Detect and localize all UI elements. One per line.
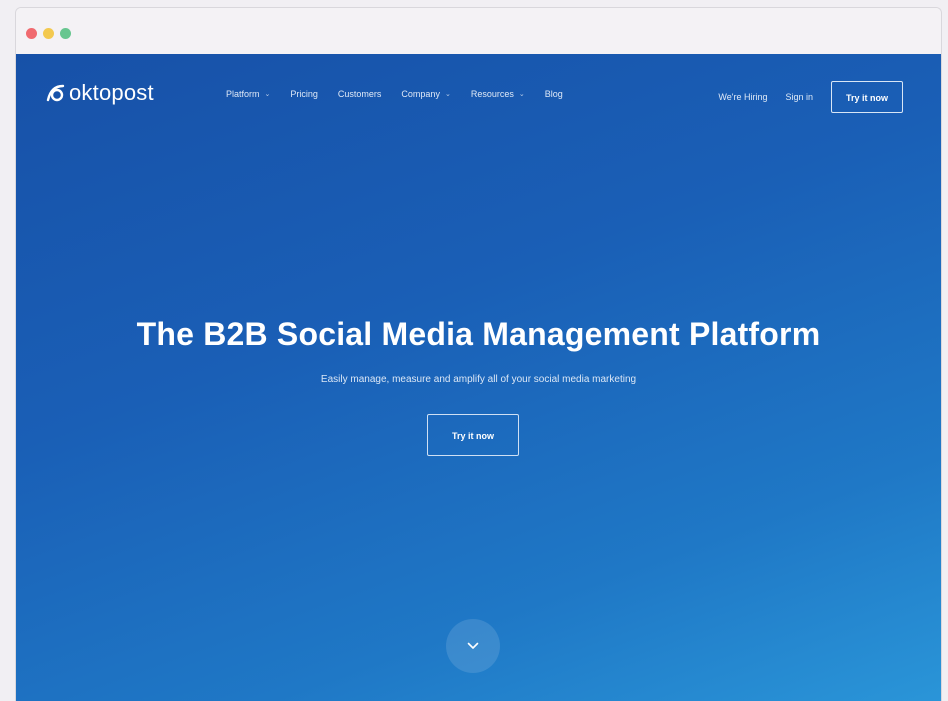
- hero-title: The B2B Social Media Management Platform: [136, 316, 821, 352]
- page-viewport: oktopost Platform ⌄ Pricing Customers Co…: [16, 54, 941, 701]
- nav-links: Platform ⌄ Pricing Customers Company ⌄ R…: [226, 89, 583, 99]
- scroll-down-button[interactable]: [446, 619, 500, 673]
- window-titlebar: [16, 8, 941, 54]
- sign-in-link[interactable]: Sign in: [785, 92, 813, 102]
- nav-item-label: Resources: [470, 89, 514, 99]
- nav-item-customers[interactable]: Customers: [338, 89, 382, 99]
- top-navigation: oktopost Platform ⌄ Pricing Customers Co…: [16, 54, 941, 134]
- nav-item-label: Blog: [544, 89, 563, 99]
- nav-item-resources[interactable]: Resources ⌄: [471, 89, 525, 99]
- try-it-now-hero-button[interactable]: Try it now: [427, 414, 519, 456]
- maximize-window-button[interactable]: [60, 28, 71, 39]
- nav-item-platform[interactable]: Platform ⌄: [226, 89, 270, 99]
- chevron-down-icon: ⌄: [264, 91, 271, 98]
- browser-window: oktopost Platform ⌄ Pricing Customers Co…: [15, 7, 942, 701]
- chevron-down-icon: [467, 642, 479, 649]
- nav-item-label: Customers: [337, 89, 382, 99]
- hero-subtitle: Easily manage, measure and amplify all o…: [320, 374, 637, 385]
- nav-item-label: Pricing: [290, 89, 318, 99]
- oktopost-logo-icon: [46, 84, 65, 102]
- close-window-button[interactable]: [26, 28, 37, 39]
- logo-text: oktopost: [69, 80, 154, 105]
- oktopost-logo[interactable]: oktopost: [46, 80, 154, 106]
- hiring-link[interactable]: We're Hiring: [718, 92, 767, 102]
- nav-item-blog[interactable]: Blog: [545, 89, 563, 99]
- chevron-down-icon: ⌄: [444, 91, 451, 98]
- minimize-window-button[interactable]: [43, 28, 54, 39]
- chevron-down-icon: ⌄: [518, 91, 525, 98]
- nav-item-label: Company: [401, 89, 440, 99]
- nav-item-pricing[interactable]: Pricing: [290, 89, 318, 99]
- nav-item-label: Platform: [226, 89, 260, 99]
- nav-item-company[interactable]: Company ⌄: [401, 89, 450, 99]
- nav-right: We're Hiring Sign in Try it now: [718, 81, 903, 113]
- try-it-now-nav-button[interactable]: Try it now: [831, 81, 903, 113]
